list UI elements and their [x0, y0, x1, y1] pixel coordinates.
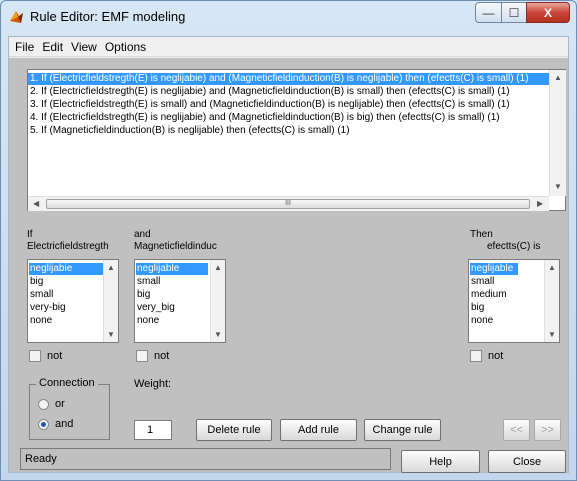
scroll-up-icon[interactable]: ▲ — [214, 263, 222, 272]
menu-file[interactable]: File — [11, 40, 38, 54]
close-icon: X — [543, 5, 552, 20]
change-rule-button[interactable]: Change rule — [364, 419, 441, 441]
input2-mf-option[interactable]: neglijable — [136, 263, 208, 275]
status-bar: Ready — [20, 448, 391, 470]
matlab-app-icon — [10, 11, 23, 23]
close-window-button[interactable]: X — [526, 2, 570, 23]
input2-not-label: not — [154, 350, 170, 362]
scroll-down-icon[interactable]: ▼ — [214, 330, 222, 339]
menu-edit[interactable]: Edit — [38, 40, 67, 54]
input1-mf-listbox[interactable]: neglijabie big small very-big none ▲ ▼ — [27, 259, 119, 343]
scroll-right-icon[interactable]: ▶ — [537, 199, 543, 208]
output-mf-option[interactable]: medium — [470, 289, 507, 301]
output-mf-option[interactable]: small — [470, 276, 494, 288]
menu-bar: File Edit View Options — [9, 37, 568, 57]
weight-label: Weight: — [134, 378, 172, 390]
input1-mf-option[interactable]: very-big — [29, 302, 66, 314]
minimize-button[interactable]: — — [475, 2, 502, 23]
scroll-down-icon[interactable]: ▼ — [107, 330, 115, 339]
status-text: Ready — [25, 453, 57, 465]
rule-item-3[interactable]: 3. If (Electricfieldstregth(E) is small)… — [30, 99, 510, 111]
input1-not-checkbox[interactable] — [29, 350, 41, 362]
next-rule-label: >> — [541, 424, 554, 436]
help-label: Help — [429, 455, 452, 468]
connection-title: Connection — [36, 377, 98, 389]
scroll-up-icon[interactable]: ▲ — [107, 263, 115, 272]
change-rule-label: Change rule — [372, 424, 433, 436]
title-bar[interactable]: Rule Editor: EMF modeling — ☐ X — [0, 0, 577, 32]
menu-view[interactable]: View — [67, 40, 101, 54]
input2-scrollbar[interactable]: ▲ ▼ — [210, 260, 225, 342]
connection-and-radio[interactable] — [38, 419, 49, 430]
input1-mf-option[interactable]: big — [29, 276, 43, 288]
input1-variable-label: Electricfieldstregth — [27, 241, 109, 252]
input2-mf-option[interactable]: none — [136, 315, 159, 327]
weight-value: 1 — [147, 424, 154, 436]
input2-mf-option[interactable]: big — [136, 289, 150, 301]
close-label: Close — [512, 455, 542, 468]
input2-variable-label: Magneticfieldinduc — [134, 241, 217, 252]
rules-vertical-scrollbar[interactable]: ▲ ▼ — [549, 70, 566, 196]
window-title: Rule Editor: EMF modeling — [30, 9, 186, 24]
input2-mf-option[interactable]: very_big — [136, 302, 175, 314]
rule-item-4[interactable]: 4. If (Electricfieldstregth(E) is neglij… — [30, 112, 500, 124]
close-button[interactable]: Close — [488, 450, 566, 473]
rule-item-1[interactable]: 1. If (Electricfieldstregth(E) is neglij… — [28, 73, 549, 85]
output-then-label: Then — [470, 229, 493, 240]
minimize-icon: — — [482, 5, 495, 20]
rules-horizontal-scrollbar[interactable]: ◀ III ▶ — [28, 196, 549, 211]
previous-rule-button[interactable]: << — [503, 419, 530, 441]
input2-mf-option[interactable]: small — [136, 276, 160, 288]
input1-not-label: not — [47, 350, 63, 362]
rules-listbox[interactable]: 1. If (Electricfieldstregth(E) is neglij… — [27, 69, 566, 211]
menu-options[interactable]: Options — [101, 40, 150, 54]
next-rule-button[interactable]: >> — [534, 419, 561, 441]
input1-mf-option[interactable]: neglijabie — [29, 263, 103, 275]
previous-rule-label: << — [510, 424, 523, 436]
output-scrollbar[interactable]: ▲ ▼ — [544, 260, 559, 342]
grip-icon: III — [285, 200, 291, 207]
output-mf-option[interactable]: big — [470, 302, 484, 314]
output-not-label: not — [488, 350, 504, 362]
add-rule-label: Add rule — [298, 424, 339, 436]
maximize-icon: ☐ — [508, 5, 520, 20]
connection-or-label: or — [55, 398, 65, 410]
output-mf-option[interactable]: neglijable — [470, 263, 518, 275]
scroll-up-icon[interactable]: ▲ — [548, 263, 556, 272]
input2-not-checkbox[interactable] — [136, 350, 148, 362]
scroll-down-icon[interactable]: ▼ — [554, 182, 562, 191]
input1-if-label: If — [27, 229, 33, 240]
connection-and-label: and — [55, 418, 74, 430]
input1-mf-option[interactable]: none — [29, 315, 52, 327]
rules-list: 1. If (Electricfieldstregth(E) is neglij… — [28, 70, 549, 196]
rule-item-2[interactable]: 2. If (Electricfieldstregth(E) is neglij… — [30, 86, 510, 98]
rule-item-5[interactable]: 5. If (Magneticfieldinduction(B) is negl… — [30, 125, 350, 137]
weight-input[interactable]: 1 — [134, 420, 172, 440]
scroll-up-icon[interactable]: ▲ — [554, 73, 562, 82]
delete-rule-button[interactable]: Delete rule — [196, 419, 272, 441]
delete-rule-label: Delete rule — [207, 424, 261, 436]
input1-mf-option[interactable]: small — [29, 289, 53, 301]
output-mf-option[interactable]: none — [470, 315, 493, 327]
add-rule-button[interactable]: Add rule — [280, 419, 357, 441]
scroll-left-icon[interactable]: ◀ — [33, 199, 39, 208]
input1-scrollbar[interactable]: ▲ ▼ — [103, 260, 118, 342]
help-button[interactable]: Help — [401, 450, 480, 473]
maximize-button[interactable]: ☐ — [501, 2, 527, 23]
input2-and-label: and — [134, 229, 151, 240]
horizontal-scroll-thumb[interactable]: III — [46, 199, 530, 209]
output-not-checkbox[interactable] — [470, 350, 482, 362]
scroll-down-icon[interactable]: ▼ — [548, 330, 556, 339]
output-mf-listbox[interactable]: neglijable small medium big none ▲ ▼ — [468, 259, 560, 343]
input2-mf-listbox[interactable]: neglijable small big very_big none ▲ ▼ — [134, 259, 226, 343]
connection-group — [29, 384, 110, 440]
output-variable-label: efectts(C) is — [487, 241, 541, 252]
connection-or-radio[interactable] — [38, 399, 49, 410]
